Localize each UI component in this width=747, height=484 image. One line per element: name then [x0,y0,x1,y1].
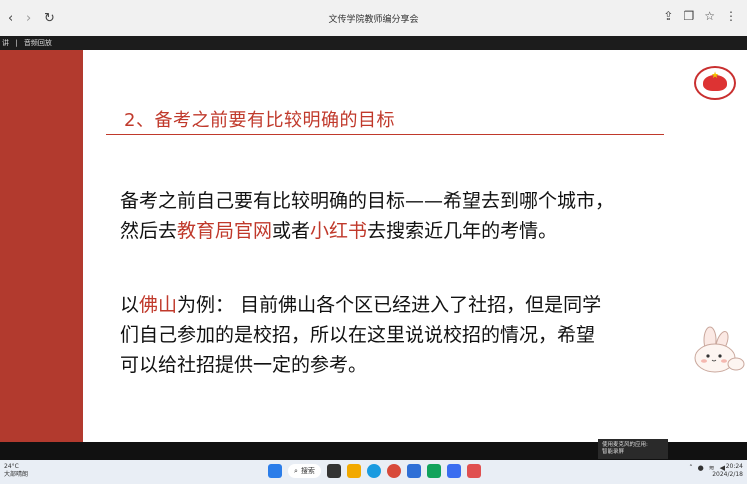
strip-divider: | [15,39,18,47]
highlighted-text: 教育局官网 [177,220,273,242]
meeting-app-icon[interactable] [446,464,461,478]
text-segment: 以 [120,294,140,316]
bunny-sticker-icon [694,326,745,373]
taskbar-search[interactable]: ⌕ 搜索 [288,464,321,478]
toolbar-right-icons: ⇪ ❐ ☆ ⋮ [663,9,737,23]
text-segment: 可以给社招提供一定的参考。 [120,354,368,376]
search-icon: ⌕ [294,467,298,475]
weather-temp: 24°C [4,463,19,470]
wechat-icon[interactable] [426,464,441,478]
highlighted-text: 小红书 [310,220,368,242]
slide-paragraph-2: 以佛山为例： 目前佛山各个区已经进入了社招，但是同学们自己参加的是校招，所以在这… [120,290,680,380]
weather-widget[interactable]: 24°C 大部晴朗 [4,463,28,479]
chevron-up-icon[interactable]: ˄ [689,464,693,472]
file-explorer-icon[interactable] [346,464,361,478]
paragraph-line: 可以给社招提供一定的参考。 [120,350,680,380]
taskbar-apps: ⌕ 搜索 [268,464,481,478]
strip-item[interactable]: 音频回放 [24,39,52,47]
task-view-icon[interactable] [326,464,341,478]
search-label: 搜索 [300,467,315,475]
strip-item[interactable]: 讲 [2,39,9,47]
toast-line-2: 智能录屏 [602,449,625,455]
system-clock[interactable]: 20:24 2024/2/18 [712,463,743,479]
highlighted-text: 佛山 [139,294,178,316]
text-segment: 然后去 [120,220,178,242]
paragraph-line: 备考之前自己要有比较明确的目标——希望去到哪个城市， [120,186,680,216]
slide-side-bar [0,50,83,442]
paragraph-line: 们自己参加的是校招，所以在这里说说校招的情况，希望 [120,320,680,350]
windows-taskbar: 24°C 大部晴朗 ⌕ 搜索 ˄ ● ≋ ◀ 20:24 2024/2/18 [0,460,747,484]
text-segment: 去搜索近几年的考情。 [367,220,558,242]
text-segment: 为例： 目前佛山各个区已经进入了社招，但是同学 [177,294,602,316]
app-icon[interactable] [406,464,421,478]
menu-icon[interactable]: ⋮ [725,9,737,23]
chrome-icon[interactable] [386,464,401,478]
weather-desc: 大部晴朗 [4,471,29,478]
recorder-icon[interactable] [466,464,481,478]
slide-heading: 2、备考之前要有比较明确的目标 [124,110,395,131]
window-title: 文传学院教师编分享会 [328,15,419,25]
favorite-icon[interactable]: ☆ [704,9,715,23]
heading-divider [106,134,664,135]
share-icon[interactable]: ⇪ [663,9,673,23]
mic-icon[interactable]: ● [698,464,704,472]
clock-date: 2024/2/18 [712,471,743,478]
paragraph-line: 以佛山为例： 目前佛山各个区已经进入了社招，但是同学 [120,290,680,320]
copy-icon[interactable]: ❐ [683,9,694,23]
school-logo: ★ [694,66,736,100]
meeting-strip: 讲 | 音频回放 [0,36,747,50]
slide-paragraph-1: 备考之前自己要有比较明确的目标——希望去到哪个城市， 然后去教育局官网或者小红书去… [120,186,680,246]
text-segment: 们自己参加的是校招，所以在这里说说校招的情况，希望 [120,324,596,346]
text-segment: 或者 [272,220,311,242]
text-segment: 备考之前自己要有比较明确的目标——希望去到哪个城市， [120,190,615,212]
mic-usage-toast[interactable]: 使用麦克风的应用: 智能录屏 [598,439,668,459]
edge-icon[interactable] [366,464,381,478]
start-icon[interactable] [268,464,282,478]
toast-line-1: 使用麦克风的应用: [602,442,648,448]
paragraph-line: 然后去教育局官网或者小红书去搜索近几年的考情。 [120,216,680,246]
browser-toolbar: ‹ › ↻ 文传学院教师编分享会 ⇪ ❐ ☆ ⋮ [0,0,747,36]
clock-time: 20:24 [725,463,743,470]
